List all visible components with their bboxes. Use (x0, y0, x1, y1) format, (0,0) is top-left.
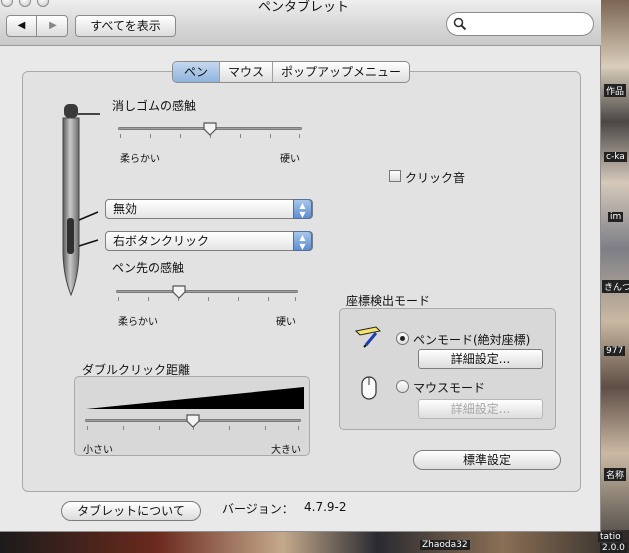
slider-thumb-icon[interactable] (172, 285, 186, 299)
side-switch-upper-value: 無効 (113, 202, 138, 216)
double-click-distance-group: 小さい 大きい (74, 376, 310, 456)
mouse-mode-details-button[interactable]: 詳細設定... (418, 399, 543, 419)
click-sound-label: クリック音 (405, 171, 466, 185)
popup-arrows-icon: ▲ ▼ (293, 231, 312, 251)
back-forward-control: ◀ ▶ (6, 15, 68, 37)
search-field[interactable] (446, 12, 594, 36)
desktop-background-bottom (0, 530, 629, 553)
desktop-icon-label[interactable]: im (608, 212, 624, 222)
preferences-window: ペンタブレット ◀ ▶ すべてを表示 ペン マウス ポップアップメニュー 消しゴ… (0, 0, 601, 532)
show-all-button[interactable]: すべてを表示 (75, 15, 176, 37)
tab-pen[interactable]: ペン (173, 62, 220, 82)
tab-popup-menu[interactable]: ポップアップメニュー (273, 62, 409, 82)
eraser-feel-slider[interactable] (118, 118, 302, 148)
pen-illustration-icon (62, 104, 100, 297)
tracking-mode-group: ペンモード(絶対座標) 詳細設定... マウスモード 詳細設定... (339, 308, 556, 430)
version-label: バージョン： (222, 502, 294, 516)
distance-wedge-icon (86, 387, 304, 409)
pen-mode-radio[interactable] (396, 332, 409, 345)
double-click-distance-slider[interactable] (85, 413, 301, 437)
title-bar: ペンタブレット ◀ ▶ すべてを表示 (0, 0, 601, 46)
tip-min-label: 柔らかい (118, 317, 158, 328)
slider-thumb-icon[interactable] (186, 414, 200, 428)
side-switch-lower-value: 右ボタンクリック (113, 234, 210, 248)
desktop-icon-label[interactable]: 作品 (604, 84, 627, 97)
close-window-button[interactable] (1, 0, 13, 7)
pen-mode-details-button[interactable]: 詳細設定... (418, 349, 543, 369)
tip-feel-title: ペン先の感触 (112, 261, 185, 275)
search-input[interactable] (469, 16, 587, 32)
tab-mouse[interactable]: マウス (220, 62, 274, 82)
zoom-window-button[interactable] (37, 0, 49, 7)
eraser-min-label: 柔らかい (120, 154, 160, 165)
popup-arrows-icon: ▲ ▼ (293, 199, 312, 219)
mouse-mode-icon (361, 376, 377, 400)
desktop-icon-label[interactable]: c-ka (604, 152, 627, 162)
minimize-window-button[interactable] (19, 0, 31, 7)
desktop-icon-label[interactable]: 名称 (604, 468, 627, 481)
eraser-feel-title: 消しゴムの感触 (112, 99, 197, 113)
mouse-mode-radio[interactable] (396, 380, 409, 393)
about-tablet-button[interactable]: タブレットについて (61, 501, 201, 521)
eraser-max-label: 硬い (280, 154, 300, 165)
desktop-icon-label[interactable]: tatio (598, 532, 623, 542)
mouse-mode-label: マウスモード (413, 381, 486, 395)
click-sound-checkbox[interactable] (389, 170, 401, 182)
side-switch-lower-popup[interactable]: 右ボタンクリック ▲ ▼ (105, 231, 313, 251)
tab-bar: ペン マウス ポップアップメニュー (172, 61, 411, 83)
desktop-icon-label[interactable]: 977 (604, 346, 626, 356)
forward-arrow-icon[interactable]: ▶ (38, 16, 68, 36)
version-value: 4.7.9-2 (304, 500, 347, 514)
desktop-icon-label[interactable]: 2.0.0 (600, 543, 627, 553)
slider-thumb-icon[interactable] (203, 122, 217, 136)
tip-feel-slider[interactable] (116, 281, 298, 311)
pen-mode-icon (354, 326, 382, 348)
back-arrow-icon[interactable]: ◀ (7, 16, 37, 36)
desktop-icon-label[interactable]: Zhaoda32 (420, 540, 470, 550)
window-title: ペンタブレット (258, 0, 350, 15)
tip-max-label: 硬い (276, 317, 296, 328)
search-icon (453, 17, 467, 31)
double-click-min-label: 小さい (83, 445, 113, 456)
desktop-icon-label[interactable]: きんつ (602, 280, 629, 293)
tracking-mode-title: 座標検出モード (346, 294, 431, 308)
double-click-max-label: 大きい (271, 445, 301, 456)
default-settings-button[interactable]: 標準設定 (413, 450, 561, 470)
pen-mode-label: ペンモード(絶対座標) (413, 333, 531, 347)
side-switch-upper-popup[interactable]: 無効 ▲ ▼ (105, 199, 313, 219)
